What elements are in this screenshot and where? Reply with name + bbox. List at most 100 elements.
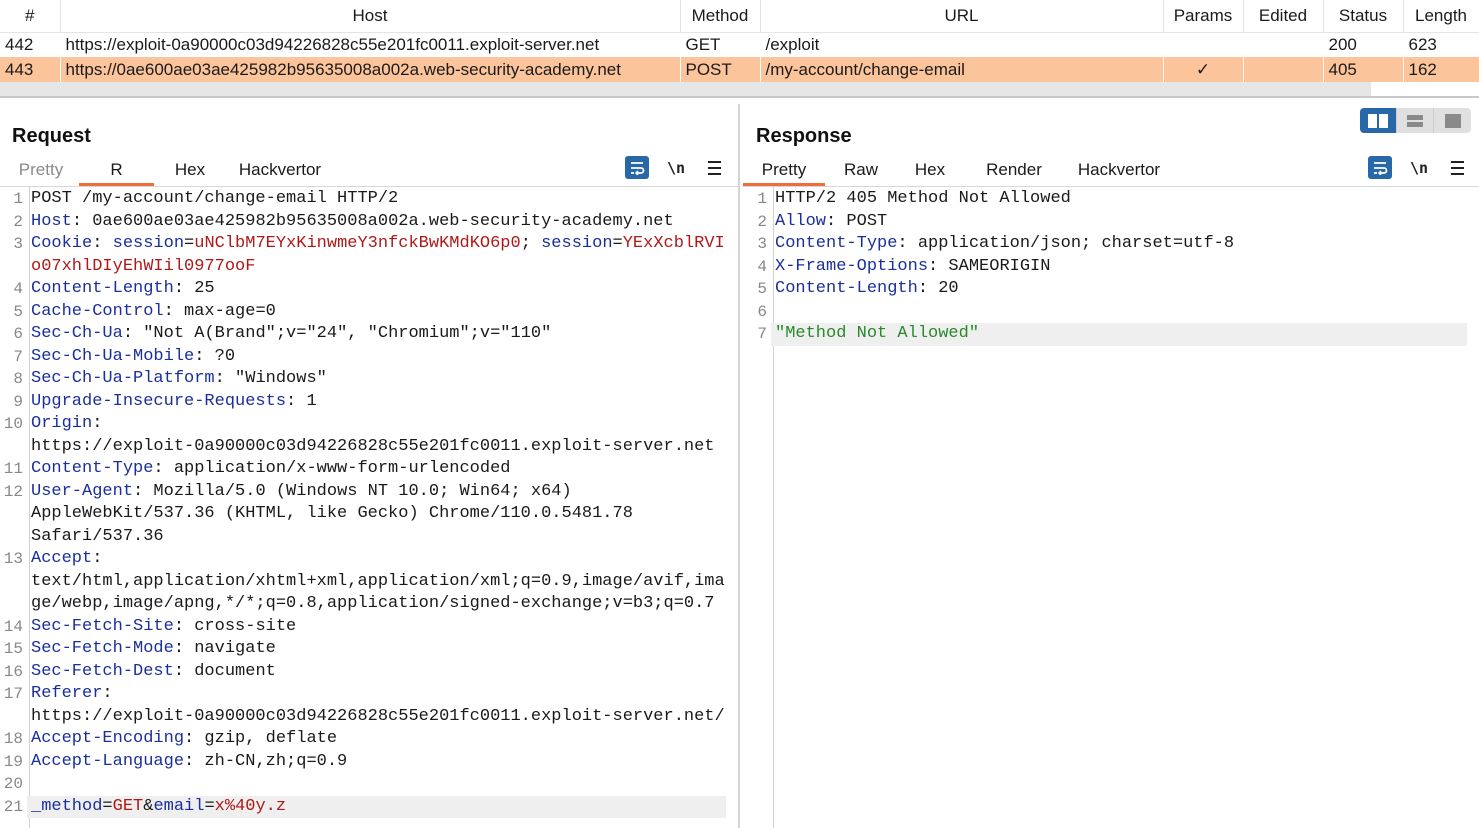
line-number: 6: [13, 325, 23, 343]
show-newlines-button[interactable]: \n: [665, 159, 687, 177]
code-line[interactable]: 14 Sec-Fetch-Site: cross-site: [0, 616, 726, 639]
line-text[interactable]: Content-Type: application/x-www-form-url…: [27, 458, 726, 481]
line-text[interactable]: Referer: https://exploit-0a90000c03d9422…: [27, 683, 726, 728]
code-line[interactable]: 2 Allow: POST: [742, 211, 1467, 234]
code-line[interactable]: 11 Content-Type: application/x-www-form-u…: [0, 458, 726, 481]
token-pval: GET: [112, 796, 144, 816]
tab-raw[interactable]: Raw: [825, 156, 897, 186]
line-text[interactable]: Sec-Ch-Ua: "Not A(Brand";v="24", "Chromi…: [27, 323, 726, 346]
code-line[interactable]: 3 Cookie: session=uNClbM7EYxKinwmeY3nfckB…: [0, 233, 726, 278]
line-text[interactable]: Sec-Fetch-Mode: navigate: [27, 638, 726, 661]
token-hname: Accept-Language: [31, 751, 185, 771]
horizontal-scrollbar[interactable]: [0, 82, 1371, 96]
history-header-row: # Host Method URL Params Edited Status L…: [0, 0, 1479, 33]
col-header-length[interactable]: Length: [1403, 0, 1479, 33]
code-line[interactable]: 1 HTTP/2 405 Method Not Allowed: [742, 188, 1467, 211]
tab-hackvertor[interactable]: Hackvertor: [230, 156, 330, 186]
line-text[interactable]: Sec-Fetch-Dest: document: [27, 661, 726, 684]
tab-hackvertor[interactable]: Hackvertor: [1069, 156, 1169, 186]
response-code[interactable]: 1 HTTP/2 405 Method Not Allowed 2 Allow: PO…: [742, 188, 1467, 346]
code-line[interactable]: 9 Upgrade-Insecure-Requests: 1: [0, 391, 726, 414]
line-text[interactable]: Allow: POST: [771, 211, 1467, 234]
line-text[interactable]: Content-Type: application/json; charset=…: [771, 233, 1467, 256]
line-text[interactable]: Upgrade-Insecure-Requests: 1: [27, 391, 726, 414]
hamburger-menu-icon[interactable]: [703, 160, 725, 175]
tab-pretty[interactable]: Pretty: [743, 156, 825, 186]
code-line[interactable]: 1 POST /my-account/change-email HTTP/2: [0, 188, 726, 211]
code-line[interactable]: 5 Content-Length: 20: [742, 278, 1467, 301]
col-header-number[interactable]: #: [0, 0, 61, 33]
tab-pretty[interactable]: Pretty: [5, 156, 77, 186]
code-line[interactable]: 6: [742, 301, 1467, 324]
code-line[interactable]: 7 Sec-Ch-Ua-Mobile: ?0: [0, 346, 726, 369]
code-line[interactable]: 7 "Method Not Allowed": [742, 323, 1467, 346]
line-text[interactable]: Host: 0ae600ae03ae425982b95635008a002a.w…: [27, 211, 726, 234]
token-hval: : SAMEORIGIN: [928, 256, 1051, 276]
line-text[interactable]: Sec-Fetch-Site: cross-site: [27, 616, 726, 639]
request-code[interactable]: 1 POST /my-account/change-email HTTP/2 2 Ho…: [0, 188, 726, 818]
request-tabs: Pretty R Hex Hackvertor: [5, 156, 330, 186]
token-hval: =: [204, 796, 215, 816]
code-line[interactable]: 19 Accept-Language: zh-CN,zh;q=0.9: [0, 751, 726, 774]
col-header-edited[interactable]: Edited: [1243, 0, 1324, 33]
line-text[interactable]: Cookie: session=uNClbM7EYxKinwmeY3nfckBw…: [27, 233, 726, 278]
show-newlines-button[interactable]: \n: [1408, 159, 1430, 177]
code-line[interactable]: 2 Host: 0ae600ae03ae425982b95635008a002a.…: [0, 211, 726, 234]
pane-splitter[interactable]: [738, 104, 740, 828]
tab-hex[interactable]: Hex: [158, 156, 222, 186]
col-header-params[interactable]: Params: [1163, 0, 1244, 33]
line-text[interactable]: Origin: https://exploit-0a90000c03d94226…: [27, 413, 726, 458]
word-wrap-icon[interactable]: [625, 156, 649, 179]
split-vertical-layout-icon[interactable]: [1397, 108, 1434, 133]
table-row[interactable]: 442 https://exploit-0a90000c03d94226828c…: [0, 32, 1479, 57]
line-text[interactable]: Sec-Ch-Ua-Platform: "Windows": [27, 368, 726, 391]
line-text[interactable]: [771, 301, 1467, 324]
code-line[interactable]: 4 Content-Length: 25: [0, 278, 726, 301]
col-header-status[interactable]: Status: [1323, 0, 1404, 33]
hamburger-menu-icon[interactable]: [1446, 160, 1468, 175]
code-line[interactable]: 15 Sec-Fetch-Mode: navigate: [0, 638, 726, 661]
line-text[interactable]: Sec-Ch-Ua-Mobile: ?0: [27, 346, 726, 369]
token-hval: : https://exploit-0a90000c03d94226828c55…: [31, 684, 725, 726]
code-line[interactable]: 13 Accept: text/html,application/xhtml+xm…: [0, 548, 726, 616]
line-text[interactable]: POST /my-account/change-email HTTP/2: [27, 188, 726, 211]
code-line[interactable]: 6 Sec-Ch-Ua: "Not A(Brand";v="24", "Chrom…: [0, 323, 726, 346]
code-line[interactable]: 5 Cache-Control: max-age=0: [0, 301, 726, 324]
tab-raw[interactable]: R: [79, 156, 154, 186]
code-line[interactable]: 12 User-Agent: Mozilla/5.0 (Windows NT 10…: [0, 481, 726, 549]
single-pane-layout-icon[interactable]: [1434, 108, 1471, 133]
proxy-history-table: # Host Method URL Params Edited Status L…: [0, 0, 1479, 98]
line-text[interactable]: Cache-Control: max-age=0: [27, 301, 726, 324]
line-text[interactable]: Content-Length: 20: [771, 278, 1467, 301]
code-line[interactable]: 3 Content-Type: application/json; charset…: [742, 233, 1467, 256]
line-text[interactable]: [27, 773, 726, 796]
response-editor[interactable]: 1 HTTP/2 405 Method Not Allowed 2 Allow: PO…: [742, 187, 1479, 828]
tab-hex[interactable]: Hex: [897, 156, 963, 186]
code-line[interactable]: 18 Accept-Encoding: gzip, deflate: [0, 728, 726, 751]
code-line[interactable]: 10 Origin: https://exploit-0a90000c03d942…: [0, 413, 726, 458]
line-text[interactable]: "Method Not Allowed": [771, 323, 1467, 346]
request-editor[interactable]: 1 POST /my-account/change-email HTTP/2 2 Ho…: [0, 187, 738, 828]
line-text[interactable]: _method=GET&email=x%40y.z: [27, 795, 726, 818]
split-horizontal-layout-icon[interactable]: [1360, 108, 1397, 133]
code-line[interactable]: 4 X-Frame-Options: SAMEORIGIN: [742, 256, 1467, 279]
tab-render[interactable]: Render: [969, 156, 1059, 186]
code-line[interactable]: 17 Referer: https://exploit-0a90000c03d94…: [0, 683, 726, 728]
line-text[interactable]: Accept: text/html,application/xhtml+xml,…: [27, 548, 726, 616]
col-header-method[interactable]: Method: [680, 0, 761, 33]
line-text[interactable]: Accept-Encoding: gzip, deflate: [27, 728, 726, 751]
line-text[interactable]: User-Agent: Mozilla/5.0 (Windows NT 10.0…: [27, 481, 726, 549]
line-text[interactable]: Accept-Language: zh-CN,zh;q=0.9: [27, 751, 726, 774]
col-header-url[interactable]: URL: [760, 0, 1164, 33]
code-line[interactable]: 8 Sec-Ch-Ua-Platform: "Windows": [0, 368, 726, 391]
code-line[interactable]: 21 _method=GET&email=x%40y.z: [0, 795, 726, 818]
line-text[interactable]: HTTP/2 405 Method Not Allowed: [771, 188, 1467, 211]
col-header-host[interactable]: Host: [60, 0, 681, 33]
line-text[interactable]: Content-Length: 25: [27, 278, 726, 301]
line-number: 1: [757, 190, 767, 208]
code-line[interactable]: 16 Sec-Fetch-Dest: document: [0, 661, 726, 684]
line-text[interactable]: X-Frame-Options: SAMEORIGIN: [771, 256, 1467, 279]
code-line[interactable]: 20: [0, 773, 726, 796]
word-wrap-icon[interactable]: [1368, 156, 1392, 179]
table-row-selected[interactable]: 443 https://0ae600ae03ae425982b95635008a…: [0, 57, 1479, 82]
